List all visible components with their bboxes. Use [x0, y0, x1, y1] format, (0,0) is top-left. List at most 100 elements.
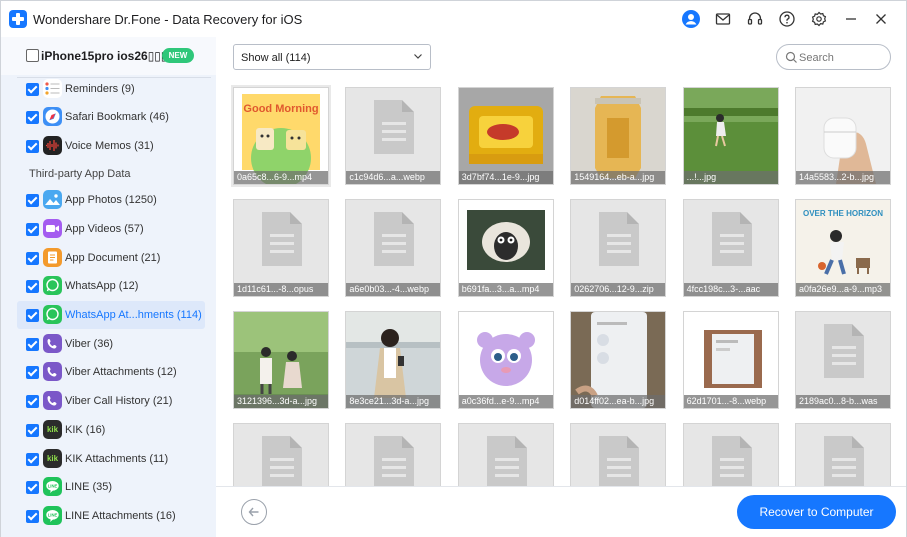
sidebar-item-label: KIK Attachments (11): [65, 453, 169, 465]
file-tile-image[interactable]: 3121396...3d-a...jpg: [233, 311, 329, 409]
file-tile-document[interactable]: [233, 423, 329, 486]
file-name: a0fa26e9...a-9...mp3: [796, 283, 890, 296]
search-input[interactable]: [799, 50, 885, 66]
thumbnail-image: [571, 312, 666, 408]
sidebar-item-whatsapp[interactable]: WhatsApp (12): [17, 272, 205, 300]
device-name: iPhone15pro ios26▯▯▯: [41, 49, 168, 63]
sidebar-item-viber-call-history[interactable]: Viber Call History (21): [17, 387, 205, 415]
item-checkbox[interactable]: [26, 510, 39, 523]
viber-icon: [43, 391, 62, 410]
file-tile-document[interactable]: [457, 423, 554, 486]
sidebar-item-viber[interactable]: Viber (36): [17, 330, 205, 358]
item-checkbox[interactable]: [26, 194, 39, 207]
svg-text:LINE: LINE: [48, 513, 58, 518]
settings-icon[interactable]: [810, 10, 828, 28]
minimize-icon[interactable]: [842, 10, 860, 28]
close-icon[interactable]: [872, 10, 890, 28]
help-icon[interactable]: [778, 10, 796, 28]
file-tile-image[interactable]: 62d1701...-8...webp: [682, 311, 779, 409]
file-tile-image[interactable]: 1549164...eb-a...jpg: [570, 87, 667, 185]
item-checkbox[interactable]: [26, 338, 39, 351]
file-tile-document[interactable]: [795, 423, 891, 486]
back-button[interactable]: [241, 499, 267, 525]
headset-icon[interactable]: [746, 10, 764, 28]
sidebar-item-label: Safari Bookmark (46): [65, 111, 169, 123]
sidebar-item-reminders[interactable]: Reminders (9): [17, 75, 205, 103]
thumbnail-image: [571, 88, 666, 184]
file-tile-document[interactable]: 0262706...12-9...zip: [570, 199, 667, 297]
file-name: 0262706...12-9...zip: [571, 283, 666, 296]
file-tile-image[interactable]: OVER THE HORIZON a0fa26e9...a-9...mp3: [795, 199, 891, 297]
file-tile-image[interactable]: Good Morning 0a65c8...6-9...mp4: [231, 85, 331, 187]
item-checkbox[interactable]: [26, 111, 39, 124]
file-tile-document[interactable]: 1d11c61...-8...opus: [233, 199, 329, 297]
line-icon: LINE: [43, 506, 62, 525]
whatsapp-icon: [43, 276, 62, 295]
sidebar-item-app-photos[interactable]: App Photos (1250): [17, 186, 205, 214]
sidebar-item-line[interactable]: LINE LINE (35): [17, 473, 205, 501]
document-icon: [262, 212, 302, 266]
user-icon[interactable]: [682, 10, 700, 28]
search-box[interactable]: [776, 44, 891, 70]
file-tile-image[interactable]: ...!...jpg: [682, 87, 779, 185]
drfone-logo-icon: [9, 10, 27, 28]
sidebar-item-label: App Videos (57): [65, 223, 144, 235]
file-tile-document[interactable]: 2189ac0...8-b...was: [795, 311, 891, 409]
file-tile-document[interactable]: 4fcc198c...3-...aac: [682, 199, 779, 297]
thumbnail-image: Good Morning: [234, 88, 328, 184]
device-checkbox[interactable]: [26, 49, 39, 62]
whatsapp-icon: [43, 305, 62, 324]
sidebar-item-app-videos[interactable]: App Videos (57): [17, 215, 205, 243]
svg-text:OVER THE HORIZON: OVER THE HORIZON: [803, 209, 883, 218]
sidebar-item-viber-attachments[interactable]: Viber Attachments (12): [17, 358, 205, 386]
document-icon: [486, 436, 527, 486]
item-checkbox[interactable]: [26, 140, 39, 153]
thumbnail-image: [458, 200, 553, 296]
document-icon: [711, 212, 752, 266]
item-checkbox[interactable]: [26, 395, 39, 408]
file-name: d014ff02...ea-b...jpg: [571, 395, 666, 408]
thumbnail-image: [683, 312, 778, 408]
sidebar-item-label: Viber (36): [65, 338, 114, 350]
file-tile-document[interactable]: [570, 423, 667, 486]
section-label-third-party: Third-party App Data: [29, 168, 131, 180]
item-checkbox[interactable]: [26, 309, 39, 322]
file-tile-image[interactable]: 3d7bf74...1e-9...jpg: [457, 87, 554, 185]
file-tile-image[interactable]: d014ff02...ea-b...jpg: [570, 311, 667, 409]
sidebar-item-kik-attachments[interactable]: kik KIK Attachments (11): [17, 445, 205, 473]
file-name: 2189ac0...8-b...was: [796, 395, 890, 408]
filter-dropdown[interactable]: Show all (114): [233, 44, 431, 70]
item-checkbox[interactable]: [26, 83, 39, 96]
sidebar: iPhone15pro ios26▯▯▯ NEW Reminders (9) S…: [1, 37, 216, 537]
file-grid: Good Morning 0a65c8...6-9...mp4 c1c94d6...…: [216, 81, 906, 486]
file-name: 3d7bf74...1e-9...jpg: [458, 171, 553, 184]
file-name: a0c36fd...e-9...mp4: [458, 395, 553, 408]
recover-to-computer-button[interactable]: Recover to Computer: [737, 495, 896, 529]
device-row[interactable]: iPhone15pro ios26▯▯▯ NEW: [1, 37, 216, 75]
item-checkbox[interactable]: [26, 481, 39, 494]
sidebar-item-label: LINE (35): [65, 481, 113, 493]
file-tile-image[interactable]: b691fa...3...a...mp4: [457, 199, 554, 297]
sidebar-item-line-attachments[interactable]: LINE LINE Attachments (16): [17, 502, 205, 530]
item-checkbox[interactable]: [26, 453, 39, 466]
sidebar-item-safari-bookmark[interactable]: Safari Bookmark (46): [17, 103, 205, 131]
mail-icon[interactable]: [714, 10, 732, 28]
sidebar-item-kik[interactable]: kik KIK (16): [17, 416, 205, 444]
file-tile-image[interactable]: a0c36fd...e-9...mp4: [457, 311, 554, 409]
sidebar-item-voice-memos[interactable]: Voice Memos (31): [17, 132, 205, 160]
sidebar-item-label: WhatsApp At...hments (114): [65, 309, 202, 321]
item-checkbox[interactable]: [26, 252, 39, 265]
item-checkbox[interactable]: [26, 223, 39, 236]
file-tile-document[interactable]: [345, 423, 442, 486]
file-tile-document[interactable]: c1c94d6...a...webp: [345, 87, 442, 185]
file-name: 1d11c61...-8...opus: [234, 283, 328, 296]
item-checkbox[interactable]: [26, 366, 39, 379]
file-tile-document[interactable]: a6e0b03...-4...webp: [345, 199, 442, 297]
item-checkbox[interactable]: [26, 280, 39, 293]
file-tile-document[interactable]: [682, 423, 779, 486]
file-tile-image[interactable]: 8e3ce21...3d-a...jpg: [345, 311, 442, 409]
sidebar-item-whatsapp-attachments[interactable]: WhatsApp At...hments (114): [17, 301, 205, 329]
file-tile-image[interactable]: 14a5583...2-b...jpg: [795, 87, 891, 185]
sidebar-item-app-document[interactable]: App Document (21): [17, 244, 205, 272]
item-checkbox[interactable]: [26, 424, 39, 437]
